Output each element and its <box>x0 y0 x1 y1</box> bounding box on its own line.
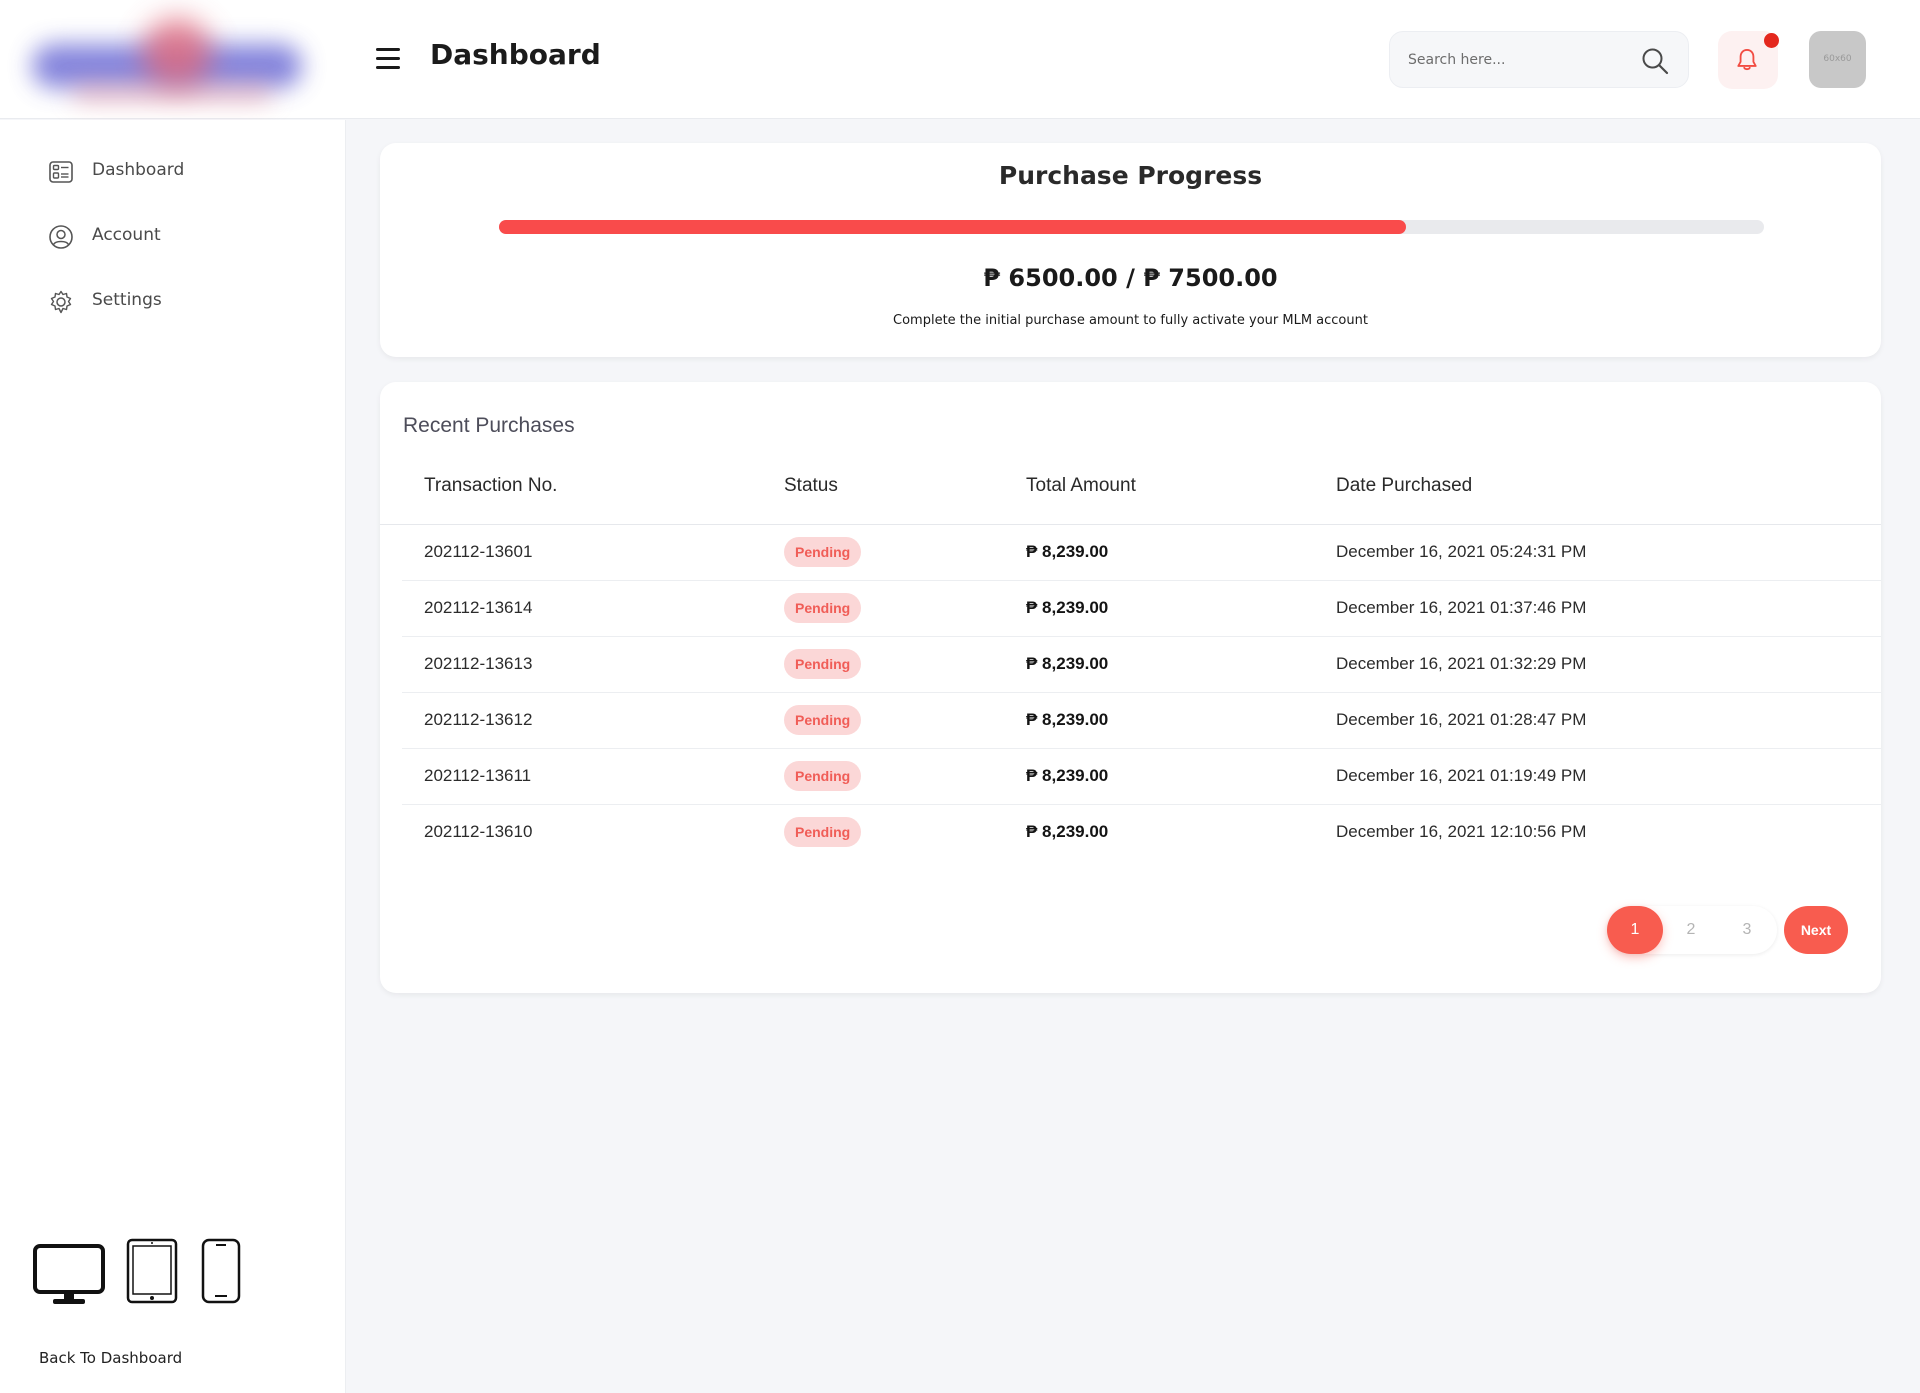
table-row[interactable]: 202112-13612 Pending ₱ 8,239.00 December… <box>402 693 1881 749</box>
date-purchased: December 16, 2021 01:32:29 PM <box>1336 654 1587 673</box>
page-2-button[interactable]: 2 <box>1663 906 1719 954</box>
total-amount: ₱ 8,239.00 <box>1026 766 1109 785</box>
column-header-date: Date Purchased <box>1336 475 1473 496</box>
column-header-status: Status <box>784 475 838 496</box>
transaction-number: 202112-13601 <box>424 542 533 561</box>
table-header: Transaction No. Status Total Amount Date… <box>380 475 1881 525</box>
notifications-button[interactable] <box>1718 31 1779 89</box>
transaction-number: 202112-13611 <box>424 766 532 785</box>
progress-target: ₱ 7500.00 <box>1143 264 1278 292</box>
status-badge: Pending <box>784 649 862 679</box>
avatar[interactable]: 60x60 <box>1809 31 1866 88</box>
notification-dot <box>1764 33 1779 48</box>
column-header-transaction: Transaction No. <box>424 475 558 496</box>
status-badge: Pending <box>784 705 862 735</box>
recent-purchases-card: Recent Purchases Transaction No. Status … <box>380 382 1881 993</box>
table-row[interactable]: 202112-13613 Pending ₱ 8,239.00 December… <box>402 637 1881 693</box>
back-to-dashboard-link[interactable]: Back To Dashboard <box>39 1349 182 1367</box>
status-badge: Pending <box>784 537 862 567</box>
purchase-progress-card: Purchase Progress ₱ 6500.00 / ₱ 7500.00 … <box>380 143 1881 357</box>
dashboard-icon <box>49 161 73 183</box>
section-title: Recent Purchases <box>403 414 575 437</box>
gear-icon <box>50 290 72 314</box>
sidebar-item-label: Dashboard <box>92 160 185 180</box>
sidebar-item-settings[interactable]: Settings <box>48 283 308 319</box>
search-icon[interactable] <box>1640 46 1670 76</box>
table-row[interactable]: 202112-13611 Pending ₱ 8,239.00 December… <box>402 749 1881 805</box>
account-icon <box>49 225 73 249</box>
desktop-icon[interactable] <box>33 1244 105 1306</box>
search-box[interactable] <box>1389 31 1689 88</box>
next-page-button[interactable]: Next <box>1784 906 1848 954</box>
date-purchased: December 16, 2021 12:10:56 PM <box>1336 822 1587 841</box>
total-amount: ₱ 8,239.00 <box>1026 822 1109 841</box>
date-purchased: December 16, 2021 01:19:49 PM <box>1336 766 1587 785</box>
total-amount: ₱ 8,239.00 <box>1026 542 1109 561</box>
device-preview-switcher <box>33 1238 253 1310</box>
date-purchased: December 16, 2021 01:28:47 PM <box>1336 710 1587 729</box>
progress-bar <box>499 220 1764 234</box>
total-amount: ₱ 8,239.00 <box>1026 710 1109 729</box>
bell-icon <box>1737 49 1757 71</box>
page-3-button[interactable]: 3 <box>1719 906 1775 954</box>
transaction-number: 202112-13612 <box>424 710 533 729</box>
phone-icon[interactable] <box>201 1238 241 1304</box>
status-badge: Pending <box>784 593 862 623</box>
status-badge: Pending <box>784 817 862 847</box>
table-row[interactable]: 202112-13610 Pending ₱ 8,239.00 December… <box>402 805 1881 861</box>
total-amount: ₱ 8,239.00 <box>1026 598 1109 617</box>
column-header-amount: Total Amount <box>1026 475 1136 496</box>
progress-amount: ₱ 6500.00 / ₱ 7500.00 <box>380 264 1881 292</box>
progress-note: Complete the initial purchase amount to … <box>893 313 1368 328</box>
transaction-number: 202112-13610 <box>424 822 533 841</box>
date-purchased: December 16, 2021 05:24:31 PM <box>1336 542 1587 561</box>
transaction-number: 202112-13613 <box>424 654 533 673</box>
total-amount: ₱ 8,239.00 <box>1026 654 1109 673</box>
page-title: Dashboard <box>430 38 601 71</box>
sidebar-item-label: Account <box>92 225 161 245</box>
status-badge: Pending <box>784 761 862 791</box>
hamburger-menu-icon[interactable] <box>373 46 403 72</box>
search-input[interactable] <box>1408 46 1628 74</box>
transaction-number: 202112-13614 <box>424 598 533 617</box>
table-row[interactable]: 202112-13614 Pending ₱ 8,239.00 December… <box>402 581 1881 637</box>
page-1-button[interactable]: 1 <box>1607 906 1663 954</box>
progress-current: ₱ 6500.00 <box>983 264 1118 292</box>
table-row[interactable]: 202112-13601 Pending ₱ 8,239.00 December… <box>402 525 1881 581</box>
brand-logo[interactable] <box>32 14 310 110</box>
sidebar-item-dashboard[interactable]: Dashboard <box>48 153 308 189</box>
progress-separator: / <box>1126 264 1135 292</box>
sidebar-item-label: Settings <box>92 290 162 310</box>
top-header: Dashboard 60x60 <box>0 0 1920 119</box>
date-purchased: December 16, 2021 01:37:46 PM <box>1336 598 1587 617</box>
progress-title: Purchase Progress <box>998 161 1263 190</box>
pagination: 1 2 3 <box>1607 906 1777 954</box>
sidebar: Dashboard Account Settings Back To Dashb… <box>0 120 346 1393</box>
tablet-icon[interactable] <box>126 1238 178 1304</box>
progress-bar-fill <box>499 220 1406 234</box>
sidebar-item-account[interactable]: Account <box>48 218 308 254</box>
